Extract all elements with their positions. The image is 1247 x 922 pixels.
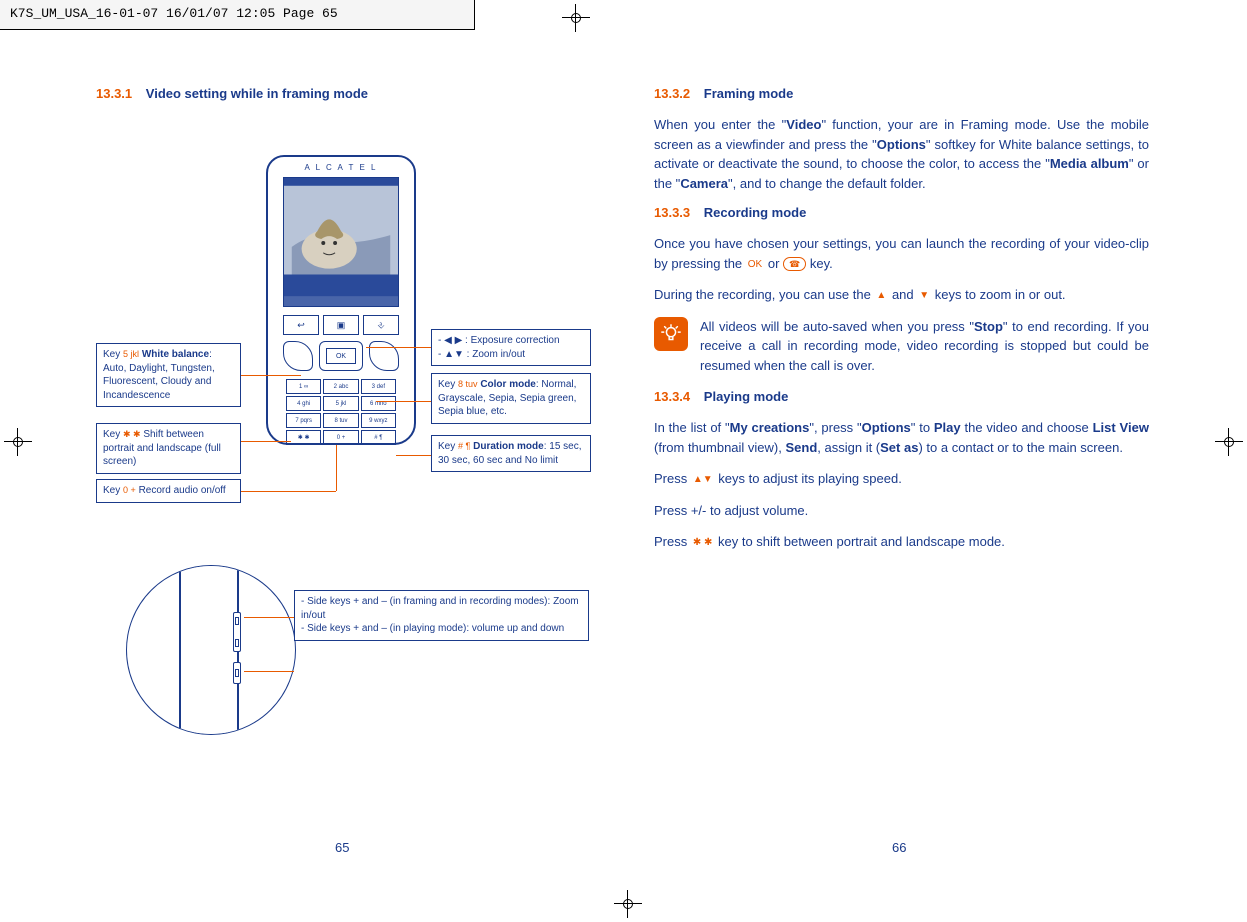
section-13-3-4-heading: 13.3.4 Playing mode — [654, 389, 1149, 404]
phone-screen-illustration — [283, 177, 399, 307]
phone-brand-label: A L C A T E L — [268, 163, 414, 172]
star-key-glyph: ✱ ✱ — [691, 535, 715, 550]
phone-softkey-row: ↩▣⎀ — [283, 315, 399, 335]
callout-nav-keys: - ◀ ▶ : Exposure correction - ▲▼ : Zoom … — [431, 329, 591, 366]
phone-diagram: A L C A T E L ↩▣⎀ — [96, 115, 591, 765]
callout-color-mode: Key 8 tuv Color mode: Normal, Grayscale,… — [431, 373, 591, 424]
section-13-3-2-heading: 13.3.2 Framing mode — [654, 86, 1149, 101]
section-13-3-1-heading: 13.3.1 Video setting while in framing mo… — [96, 86, 591, 101]
crop-mark-bottom — [614, 890, 642, 918]
callout-side-keys: - Side keys + and – (in framing and in r… — [294, 590, 589, 641]
recording-mode-paragraph-2: During the recording, you can use the ▲ … — [654, 285, 1149, 305]
page-left: 13.3.1 Video setting while in framing mo… — [96, 86, 591, 765]
phone-side-keys-detail — [126, 565, 296, 735]
recording-note-text: All videos will be auto-saved when you p… — [700, 317, 1149, 376]
recording-note: All videos will be auto-saved when you p… — [654, 317, 1149, 376]
print-header-stamp: K7S_UM_USA_16-01-07 16/01/07 12:05 Page … — [0, 0, 475, 30]
crop-mark-left — [4, 428, 32, 456]
crop-mark-top — [562, 4, 590, 32]
callout-shift-orientation: Key ✱ ✱ Shift between portrait and lands… — [96, 423, 241, 474]
playing-mode-paragraph-orientation: Press ✱ ✱ key to shift between portrait … — [654, 532, 1149, 552]
framing-mode-paragraph: When you enter the "Video" function, you… — [654, 115, 1149, 193]
lightbulb-icon — [654, 317, 688, 351]
up-arrow-icon: ▲ — [874, 288, 888, 303]
down-arrow-icon: ▼ — [917, 288, 931, 303]
section-number: 13.3.1 — [96, 86, 132, 101]
callout-duration-mode: Key # ¶ Duration mode: 15 sec, 30 sec, 6… — [431, 435, 591, 472]
section-13-3-3-heading: 13.3.3 Recording mode — [654, 205, 1149, 220]
page-right: 13.3.2 Framing mode When you enter the "… — [654, 86, 1149, 564]
section-title: Video setting while in framing mode — [146, 86, 368, 101]
page-number-right: 66 — [892, 840, 906, 855]
playing-mode-paragraph-1: In the list of "My creations", press "Op… — [654, 418, 1149, 457]
header-stamp-text: K7S_UM_USA_16-01-07 16/01/07 12:05 Page … — [10, 6, 338, 21]
callout-record-audio: Key 0 + Record audio on/off — [96, 479, 241, 503]
up-down-arrows-icon: ▲▼ — [691, 472, 715, 487]
page-number-left: 65 — [335, 840, 349, 855]
ok-key-glyph: OK — [746, 257, 764, 272]
phone-keypad: 1 ∞2 abc3 def 4 ghi5 jkl6 mno 7 pqrs8 tu… — [286, 379, 396, 445]
phone-nav-row — [283, 339, 399, 373]
callout-white-balance: Key 5 jkl White balance: Auto, Daylight,… — [96, 343, 241, 407]
crop-mark-right — [1215, 428, 1243, 456]
playing-mode-paragraph-volume: Press +/- to adjust volume. — [654, 501, 1149, 521]
recording-mode-paragraph-1: Once you have chosen your settings, you … — [654, 234, 1149, 273]
phone-ok-key — [319, 341, 363, 371]
playing-mode-paragraph-speed: Press ▲▼ keys to adjust its playing spee… — [654, 469, 1149, 489]
call-key-glyph: ☎ — [783, 257, 806, 271]
